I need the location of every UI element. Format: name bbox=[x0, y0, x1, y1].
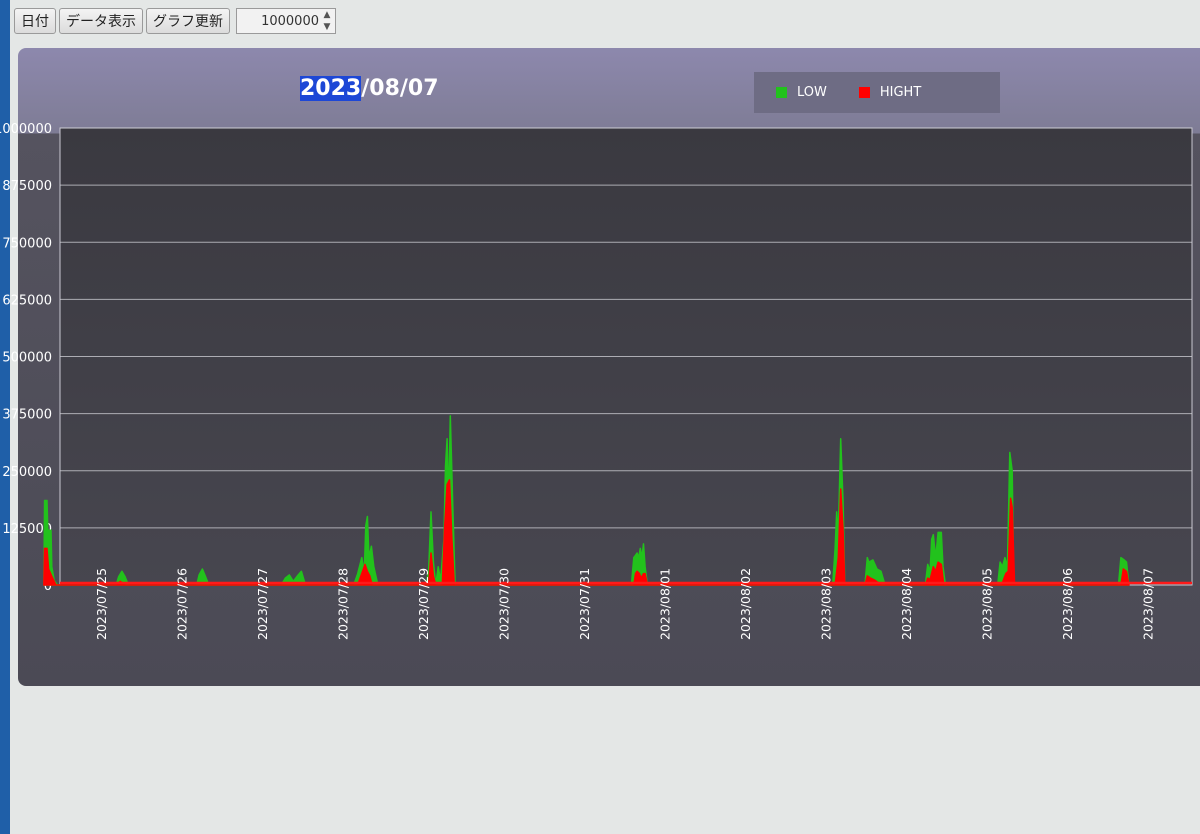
x-tick-label: 2023/07/29 bbox=[416, 568, 431, 640]
x-tick-label: 2023/08/05 bbox=[980, 568, 995, 640]
x-tick-label: 2023/07/27 bbox=[255, 568, 270, 640]
x-tick-label: 2023/08/02 bbox=[738, 568, 753, 640]
x-tick-label: 2023/07/26 bbox=[175, 568, 190, 640]
y-tick-label: 1000000 bbox=[0, 122, 52, 137]
x-tick-label: 2023/07/31 bbox=[577, 568, 592, 640]
x-tick-label: 2023/08/06 bbox=[1060, 568, 1075, 640]
x-tick-label: 2023/08/07 bbox=[1141, 568, 1156, 640]
x-tick-label: 2023/08/04 bbox=[899, 568, 914, 640]
x-tick-label: 2023/07/30 bbox=[497, 568, 512, 640]
y-tick-label: 375000 bbox=[2, 408, 52, 423]
y-tick-label: 750000 bbox=[2, 236, 52, 251]
x-tick-label: 2023/07/25 bbox=[94, 568, 109, 640]
x-tick-label: 2023/08/01 bbox=[658, 568, 673, 640]
y-tick-label: 875000 bbox=[2, 179, 52, 194]
x-tick-label: 2023/08/03 bbox=[819, 568, 834, 640]
chart-svg: 0125000250000375000500000625000750000875… bbox=[0, 122, 1193, 640]
x-tick-label: 2023/07/28 bbox=[336, 568, 351, 640]
y-tick-label: 500000 bbox=[2, 351, 52, 366]
y-tick-label: 250000 bbox=[2, 465, 52, 480]
y-tick-label: 625000 bbox=[2, 293, 52, 308]
